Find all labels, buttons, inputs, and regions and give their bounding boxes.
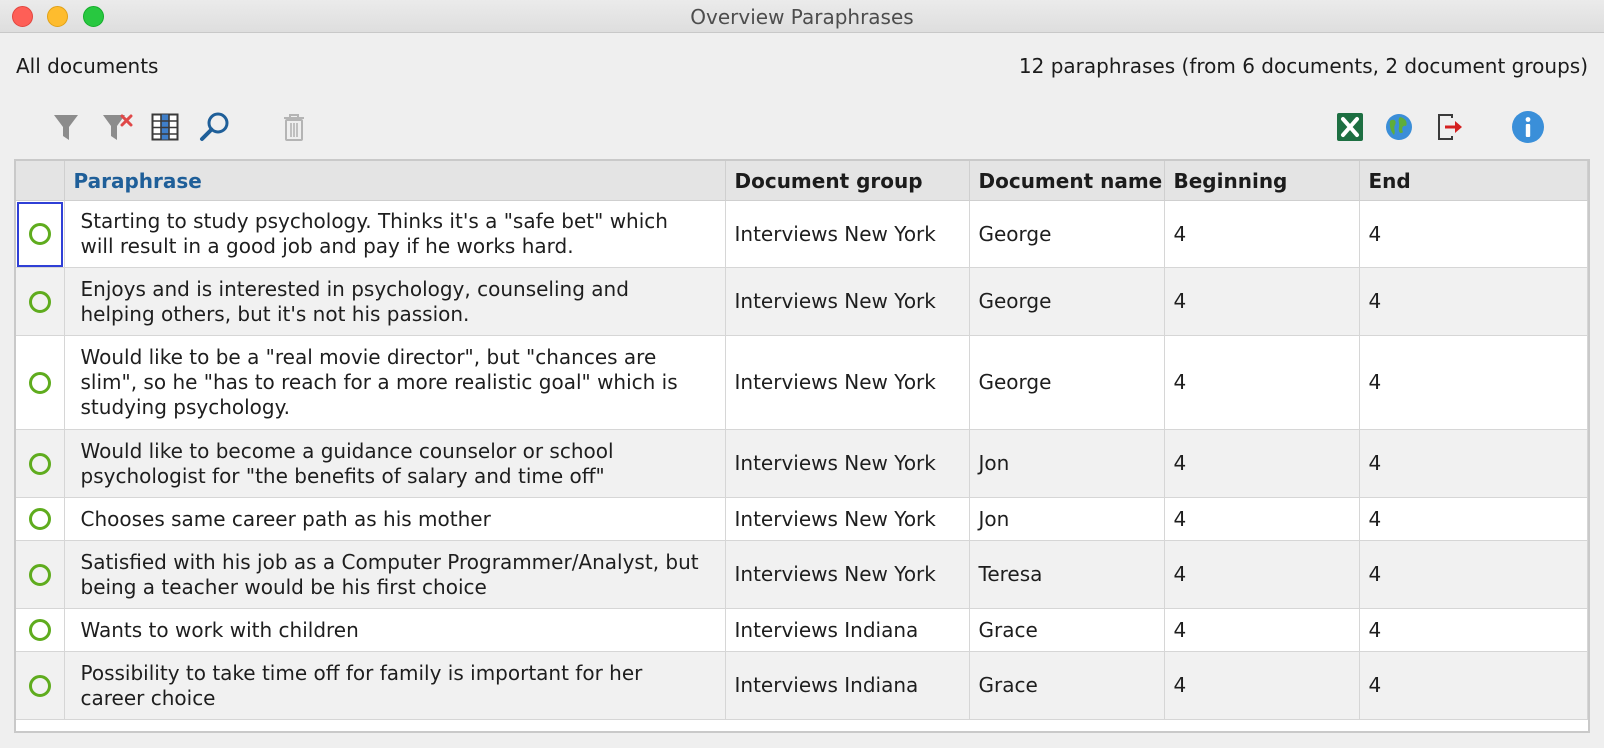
paraphrase-cell[interactable]: Starting to study psychology. Thinks it'… bbox=[64, 200, 726, 268]
beginning-cell[interactable]: 4 bbox=[1164, 651, 1360, 720]
search-button[interactable] bbox=[198, 110, 232, 144]
clear-filter-icon bbox=[103, 114, 133, 140]
column-header-document-group[interactable]: Document group bbox=[725, 161, 970, 201]
info-icon bbox=[1512, 111, 1544, 143]
paraphrase-cell[interactable]: Wants to work with children bbox=[64, 608, 726, 652]
document-name-cell[interactable]: Grace bbox=[969, 608, 1165, 652]
document-group-cell[interactable]: Interviews New York bbox=[725, 540, 970, 609]
document-name-cell[interactable]: George bbox=[969, 335, 1165, 430]
paraphrase-cell[interactable]: Enjoys and is interested in psychology, … bbox=[64, 267, 726, 336]
beginning-cell[interactable]: 4 bbox=[1164, 267, 1360, 336]
end-cell[interactable]: 4 bbox=[1359, 267, 1588, 336]
end-cell[interactable]: 4 bbox=[1359, 335, 1588, 430]
document-name-cell[interactable]: Teresa bbox=[969, 540, 1165, 609]
status-circle-icon bbox=[28, 674, 51, 697]
status-circle-icon bbox=[28, 563, 51, 586]
end-cell[interactable]: 4 bbox=[1359, 497, 1588, 541]
window-title: Overview Paraphrases bbox=[690, 5, 914, 29]
status-circle-icon bbox=[28, 371, 51, 394]
column-header-beginning[interactable]: Beginning bbox=[1164, 161, 1360, 201]
table-row[interactable]: Chooses same career path as his mother I… bbox=[16, 497, 1588, 541]
document-group-cell[interactable]: Interviews New York bbox=[725, 267, 970, 336]
export-button[interactable] bbox=[1433, 110, 1467, 144]
table-row[interactable]: Possibility to take time off for family … bbox=[16, 651, 1588, 720]
beginning-cell[interactable]: 4 bbox=[1164, 608, 1360, 652]
export-excel-button[interactable] bbox=[1333, 110, 1367, 144]
row-status-cell[interactable] bbox=[16, 540, 65, 609]
excel-export-icon bbox=[1337, 113, 1363, 141]
table-header-row: Paraphrase Document group Document name … bbox=[16, 161, 1588, 201]
status-circle-icon bbox=[28, 452, 51, 475]
document-group-cell[interactable]: Interviews Indiana bbox=[725, 608, 970, 652]
column-header-paraphrase[interactable]: Paraphrase bbox=[64, 161, 726, 201]
row-status-cell[interactable] bbox=[16, 608, 65, 652]
document-name-cell[interactable]: Grace bbox=[969, 651, 1165, 720]
row-status-cell[interactable] bbox=[16, 497, 65, 541]
row-status-cell[interactable] bbox=[16, 267, 65, 336]
delete-icon bbox=[284, 114, 304, 141]
table-row[interactable]: Satisfied with his job as a Computer Pro… bbox=[16, 540, 1588, 609]
table-row[interactable]: Would like to become a guidance counselo… bbox=[16, 429, 1588, 498]
column-header-status[interactable] bbox=[16, 161, 65, 201]
table-row[interactable]: Enjoys and is interested in psychology, … bbox=[16, 267, 1588, 336]
table-row[interactable]: Would like to be a "real movie director"… bbox=[16, 335, 1588, 430]
title-bar: Overview Paraphrases bbox=[0, 0, 1604, 33]
row-status-cell[interactable] bbox=[16, 200, 65, 268]
clear-filter-button[interactable] bbox=[100, 110, 134, 144]
document-group-cell[interactable]: Interviews New York bbox=[725, 335, 970, 430]
document-name-cell[interactable]: Jon bbox=[969, 429, 1165, 498]
search-icon bbox=[200, 112, 229, 141]
export-icon bbox=[1438, 114, 1462, 140]
end-cell[interactable]: 4 bbox=[1359, 651, 1588, 720]
table-row[interactable]: Starting to study psychology. Thinks it'… bbox=[16, 200, 1588, 268]
beginning-cell[interactable]: 4 bbox=[1164, 540, 1360, 609]
filter-button[interactable] bbox=[49, 110, 83, 144]
table-row[interactable]: Wants to work with children Interviews I… bbox=[16, 608, 1588, 652]
paraphrase-cell[interactable]: Chooses same career path as his mother bbox=[64, 497, 726, 541]
filter-icon bbox=[54, 115, 78, 140]
row-status-cell[interactable] bbox=[16, 335, 65, 430]
row-status-cell[interactable] bbox=[16, 429, 65, 498]
paraphrase-cell[interactable]: Would like to be a "real movie director"… bbox=[64, 335, 726, 430]
beginning-cell[interactable]: 4 bbox=[1164, 429, 1360, 498]
document-group-cell[interactable]: Interviews New York bbox=[725, 200, 970, 268]
paraphrases-table: Paraphrase Document group Document name … bbox=[14, 159, 1590, 733]
scope-label: All documents bbox=[16, 54, 159, 78]
status-circle-icon bbox=[28, 290, 51, 313]
document-name-cell[interactable]: George bbox=[969, 267, 1165, 336]
paraphrase-cell[interactable]: Possibility to take time off for family … bbox=[64, 651, 726, 720]
select-columns-button[interactable] bbox=[148, 110, 182, 144]
paraphrase-cell[interactable]: Satisfied with his job as a Computer Pro… bbox=[64, 540, 726, 609]
status-circle-icon bbox=[28, 619, 51, 641]
end-cell[interactable]: 4 bbox=[1359, 429, 1588, 498]
document-group-cell[interactable]: Interviews Indiana bbox=[725, 651, 970, 720]
document-group-cell[interactable]: Interviews New York bbox=[725, 497, 970, 541]
row-status-cell[interactable] bbox=[16, 651, 65, 720]
beginning-cell[interactable]: 4 bbox=[1164, 335, 1360, 430]
info-button[interactable] bbox=[1511, 110, 1545, 144]
document-name-cell[interactable]: Jon bbox=[969, 497, 1165, 541]
delete-button[interactable] bbox=[277, 110, 311, 144]
status-circle-icon bbox=[28, 223, 51, 245]
export-html-button[interactable] bbox=[1382, 110, 1416, 144]
overview-paraphrases-window: Overview Paraphrases All documents 12 pa… bbox=[0, 0, 1604, 748]
paraphrase-count-summary: 12 paraphrases (from 6 documents, 2 docu… bbox=[1018, 54, 1588, 78]
column-header-end[interactable]: End bbox=[1359, 161, 1588, 201]
document-group-cell[interactable]: Interviews New York bbox=[725, 429, 970, 498]
document-name-cell[interactable]: George bbox=[969, 200, 1165, 268]
paraphrase-cell[interactable]: Would like to become a guidance counselo… bbox=[64, 429, 726, 498]
select-columns-icon bbox=[151, 113, 179, 141]
column-header-document-name[interactable]: Document name bbox=[969, 161, 1165, 201]
beginning-cell[interactable]: 4 bbox=[1164, 200, 1360, 268]
end-cell[interactable]: 4 bbox=[1359, 200, 1588, 268]
html-export-icon bbox=[1386, 114, 1412, 140]
beginning-cell[interactable]: 4 bbox=[1164, 497, 1360, 541]
end-cell[interactable]: 4 bbox=[1359, 540, 1588, 609]
status-circle-icon bbox=[28, 508, 51, 530]
end-cell[interactable]: 4 bbox=[1359, 608, 1588, 652]
